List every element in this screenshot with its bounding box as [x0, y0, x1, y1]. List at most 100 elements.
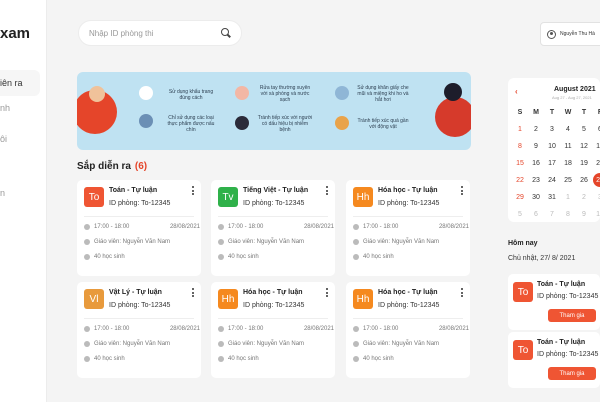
teacher-icon [353, 239, 359, 245]
subject-badge: Hh [218, 289, 238, 309]
more-options-icon[interactable] [192, 186, 195, 196]
exam-students: 40 học sinh [228, 356, 259, 362]
today-exam-card[interactable]: To Toán - Tự luận ID phòng: To-12345 Tha… [508, 274, 600, 330]
calendar-day[interactable]: 13 [592, 143, 600, 150]
exam-room: ID phòng: To-12345 [243, 200, 305, 207]
exam-time: 17:00 - 18:00 [228, 326, 264, 332]
calendar-day[interactable]: 16 [528, 160, 544, 167]
exam-teacher-row: Giáo viên: Nguyễn Văn Nam [218, 239, 334, 245]
upcoming-count: (6) [134, 161, 148, 172]
calendar-day[interactable]: 27 [592, 173, 600, 187]
exam-students-row: 40 học sinh [218, 356, 334, 362]
calendar-day[interactable]: 9 [528, 143, 544, 150]
calendar-day[interactable]: 29 [512, 194, 528, 201]
calendar-day[interactable]: 3 [544, 126, 560, 133]
more-options-icon[interactable] [326, 288, 329, 298]
calendar-day[interactable]: 22 [512, 177, 528, 184]
exam-teacher: Giáo viên: Nguyễn Văn Nam [228, 341, 305, 347]
exam-time-row: 17:00 - 18:00 28/08/2021 [353, 326, 469, 332]
card-divider [218, 318, 328, 319]
exam-title: Toán - Tự luận [537, 281, 586, 288]
exam-card[interactable]: Vl Vật Lý - Tự luận ID phòng: To-12345 1… [77, 282, 201, 378]
exam-date: 28/08/2021 [169, 224, 200, 230]
exam-date: 28/08/2021 [303, 326, 334, 332]
join-button[interactable]: Tham gia [548, 309, 596, 322]
calendar-day[interactable]: 6 [528, 211, 544, 218]
calendar-day[interactable]: 30 [528, 194, 544, 201]
calendar-day[interactable]: 10 [592, 211, 600, 218]
exam-card[interactable]: To Toán - Tự luận ID phòng: To-12345 17:… [77, 180, 201, 276]
teacher-icon [84, 341, 90, 347]
exam-card[interactable]: Hh Hóa học - Tự luận ID phòng: To-12345 … [346, 180, 470, 276]
calendar-day[interactable]: 6 [592, 126, 600, 133]
calendar-day[interactable]: 3 [592, 194, 600, 201]
calendar-day[interactable]: 23 [528, 177, 544, 184]
calendar-day[interactable]: 10 [544, 143, 560, 150]
calendar-day[interactable]: 12 [576, 143, 592, 150]
exam-teacher-row: Giáo viên: Nguyễn Văn Nam [84, 239, 200, 245]
calendar-day[interactable]: 1 [560, 194, 576, 201]
animal-icon [335, 116, 349, 130]
calendar-day[interactable]: 17 [544, 160, 560, 167]
calendar-day[interactable]: 1 [512, 126, 528, 133]
exam-room: ID phòng: To-12345 [243, 302, 305, 309]
calendar-day[interactable]: 4 [560, 126, 576, 133]
more-options-icon[interactable] [461, 186, 464, 196]
subject-badge: Hh [353, 187, 373, 207]
health-banner: Sử dụng khẩu trang đúng cách Rửa tay thư… [77, 72, 471, 150]
user-menu[interactable]: Nguyễn Thu Hà [540, 22, 600, 46]
calendar-day[interactable]: 9 [576, 211, 592, 218]
calendar-range: Aug 27 - Aug 27, 2021 [552, 95, 592, 100]
search-icon[interactable] [221, 28, 231, 38]
exam-card[interactable]: Hh Hóa học - Tự luận ID phòng: To-12345 … [211, 282, 335, 378]
more-options-icon[interactable] [461, 288, 464, 298]
weekday-label: W [564, 109, 572, 116]
exam-card[interactable]: Tv Tiếng Việt - Tự luận ID phòng: To-123… [211, 180, 335, 276]
sidebar-item-2[interactable]: nh [0, 103, 10, 113]
user-name: Nguyễn Thu Hà [560, 31, 595, 37]
teacher-icon [218, 239, 224, 245]
exam-students-row: 40 học sinh [84, 254, 200, 260]
search-box[interactable] [78, 20, 242, 46]
exam-teacher: Giáo viên: Nguyễn Văn Nam [94, 341, 171, 347]
calendar-day[interactable]: 5 [576, 126, 592, 133]
calendar-day[interactable]: 20 [592, 160, 600, 167]
food-icon [139, 114, 153, 128]
exam-room: ID phòng: To-12345 [109, 200, 171, 207]
calendar-day[interactable]: 5 [512, 211, 528, 218]
sick-person-icon [235, 116, 249, 130]
calendar-day[interactable]: 19 [576, 160, 592, 167]
students-icon [353, 254, 359, 260]
calendar-day[interactable]: 18 [560, 160, 576, 167]
subject-badge: Tv [218, 187, 238, 207]
calendar-day[interactable]: 26 [576, 177, 592, 184]
calendar-day[interactable]: 15 [512, 160, 528, 167]
sidebar-item-upcoming[interactable]: iên ra [0, 70, 40, 96]
calendar-day[interactable]: 2 [528, 126, 544, 133]
weekday-label: T [549, 109, 555, 116]
card-divider [84, 318, 194, 319]
chevron-left-icon[interactable]: ‹ [515, 87, 518, 96]
calendar-day[interactable]: 7 [544, 211, 560, 218]
more-options-icon[interactable] [326, 186, 329, 196]
calendar-day[interactable]: 11 [560, 143, 576, 150]
sidebar-item-4[interactable]: n [0, 188, 5, 198]
calendar-day[interactable]: 2 [576, 194, 592, 201]
calendar-day[interactable]: 31 [544, 194, 560, 201]
join-button[interactable]: Tham gia [548, 367, 596, 380]
exam-teacher: Giáo viên: Nguyễn Văn Nam [228, 239, 305, 245]
calendar: ‹ August 2021 Aug 27 - Aug 27, 2021 S M T W… [508, 78, 600, 222]
subject-badge: Vl [84, 289, 104, 309]
sidebar-item-3[interactable]: ôi [0, 134, 7, 144]
calendar-day[interactable]: 25 [560, 177, 576, 184]
exam-card[interactable]: Hh Hóa học - Tự luận ID phòng: To-12345 … [346, 282, 470, 378]
students-icon [218, 356, 224, 362]
more-options-icon[interactable] [192, 288, 195, 298]
upcoming-title: Sắp diễn ra (6) [77, 161, 148, 172]
calendar-day[interactable]: 24 [544, 177, 560, 184]
today-exam-card[interactable]: To Toán - Tự luận ID phòng: To-12345 Tha… [508, 332, 600, 388]
search-input[interactable] [89, 28, 221, 38]
exam-students: 40 học sinh [363, 356, 394, 362]
calendar-day[interactable]: 8 [512, 143, 528, 150]
calendar-day[interactable]: 8 [560, 211, 576, 218]
